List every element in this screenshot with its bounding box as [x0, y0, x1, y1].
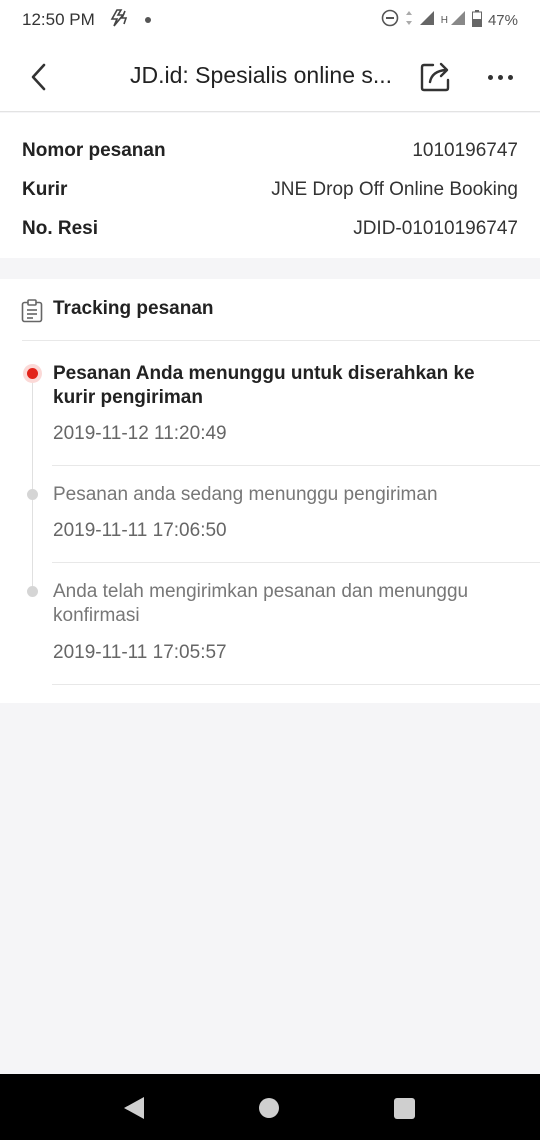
- timeline-dot: [27, 489, 38, 500]
- more-icon-dot: [487, 74, 493, 80]
- nav-recent-apps-icon[interactable]: [394, 1098, 415, 1119]
- data-arrows-icon: [405, 10, 413, 30]
- tracking-event-text: Anda telah mengirimkan pesanan dan menun…: [53, 581, 469, 626]
- receipt-number-value: JDID-01010196747: [353, 217, 518, 239]
- clipboard-icon: [21, 299, 43, 323]
- tracking-header: Tracking pesanan: [0, 279, 540, 341]
- tracking-event-time: 2019-11-12 11:20:49: [53, 423, 227, 444]
- flash-icon: [109, 8, 131, 32]
- battery-percent: 47%: [487, 11, 518, 29]
- do-not-disturb-icon: [381, 9, 399, 31]
- tracking-title: Tracking pesanan: [53, 298, 214, 319]
- order-info-card: Nomor pesanan 1010196747 Kurir JNE Drop …: [0, 113, 540, 258]
- divider: [22, 340, 540, 341]
- timeline-dot: [27, 586, 38, 597]
- timeline-dot-active: [27, 368, 38, 379]
- timeline-line: [32, 374, 33, 594]
- receipt-number-row: No. Resi JDID-01010196747: [22, 209, 518, 248]
- order-number-value: 1010196747: [412, 139, 518, 161]
- courier-value: JNE Drop Off Online Booking: [271, 178, 518, 200]
- nav-back-icon[interactable]: [122, 1096, 146, 1120]
- battery-icon: [471, 9, 482, 31]
- status-bar: 12:50 PM H 47%: [0, 0, 540, 40]
- app-header: JD.id: Spesialis online s...: [0, 40, 540, 112]
- more-icon-dot: [507, 74, 513, 80]
- system-nav-bar: [0, 1074, 540, 1140]
- order-number-row: Nomor pesanan 1010196747: [22, 131, 518, 170]
- divider: [52, 562, 540, 563]
- signal-secondary-icon: [450, 10, 466, 30]
- courier-label: Kurir: [22, 178, 68, 200]
- tracking-event-text: Pesanan anda sedang menunggu pengiriman: [53, 484, 438, 505]
- divider: [52, 684, 540, 685]
- status-time: 12:50 PM: [22, 10, 95, 29]
- share-button[interactable]: [418, 58, 454, 94]
- tracking-card: Tracking pesanan Pesanan Anda menunggu u…: [0, 279, 540, 703]
- notification-dot-icon: [144, 17, 151, 23]
- more-options-button[interactable]: [480, 62, 520, 92]
- nav-home-icon[interactable]: [259, 1098, 279, 1118]
- chevron-left-icon: [31, 63, 46, 91]
- receipt-number-label: No. Resi: [22, 217, 99, 239]
- tracking-event-time: 2019-11-11 17:05:57: [53, 642, 227, 663]
- tracking-event-text: Pesanan Anda menunggu untuk diserahkan k…: [53, 363, 475, 408]
- courier-row: Kurir JNE Drop Off Online Booking: [22, 170, 518, 209]
- network-type-label: H: [440, 14, 448, 26]
- tracking-event-time: 2019-11-11 17:06:50: [53, 520, 227, 541]
- share-icon: [420, 62, 450, 92]
- page-title: JD.id: Spesialis online s...: [130, 62, 393, 88]
- divider: [52, 465, 540, 466]
- more-icon-dot: [497, 74, 503, 80]
- back-button[interactable]: [22, 60, 56, 94]
- signal-icon: [419, 10, 435, 30]
- order-number-label: Nomor pesanan: [22, 139, 166, 161]
